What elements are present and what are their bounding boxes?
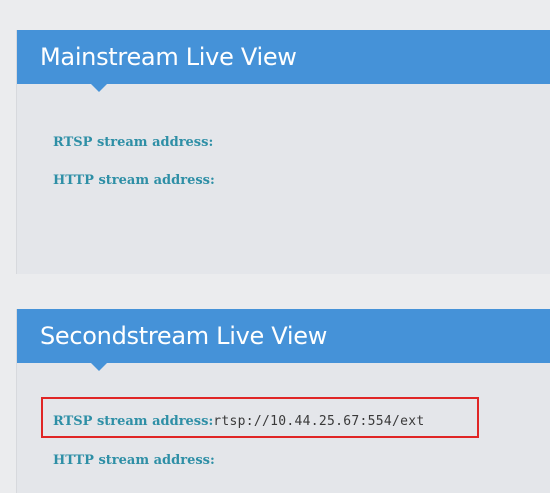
secondstream-rtsp-value[interactable]: rtsp://10.44.25.67:554/ext [213, 414, 424, 429]
secondstream-rtsp-row: RTSP stream address:rtsp://10.44.25.67:5… [53, 414, 425, 429]
mainstream-rtsp-row: RTSP stream address: [53, 135, 213, 150]
mainstream-rtsp-label: RTSP stream address: [53, 135, 214, 150]
secondstream-rtsp-label: RTSP stream address: [53, 414, 214, 429]
secondstream-title: Secondstream Live View [40, 322, 328, 350]
mainstream-title: Mainstream Live View [40, 43, 297, 71]
secondstream-http-label: HTTP stream address: [53, 453, 215, 468]
mainstream-http-row: HTTP stream address: [53, 173, 215, 188]
secondstream-header: Secondstream Live View [17, 309, 550, 371]
mainstream-http-label: HTTP stream address: [53, 173, 215, 188]
mainstream-panel: Mainstream Live View [16, 30, 550, 274]
secondstream-http-row: HTTP stream address: [53, 453, 215, 468]
mainstream-header: Mainstream Live View [17, 30, 550, 92]
